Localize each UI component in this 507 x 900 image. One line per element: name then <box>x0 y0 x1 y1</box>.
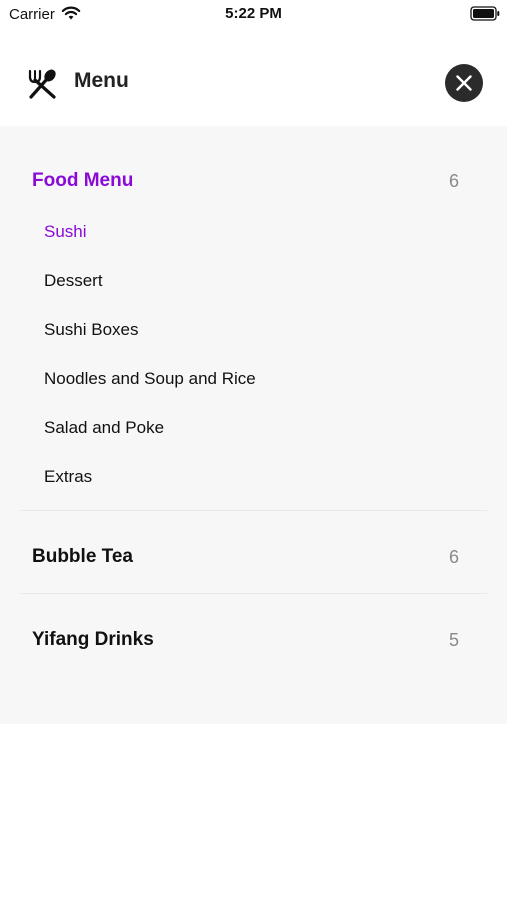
category-label: Yifang Drinks <box>32 629 154 650</box>
category-count: 6 <box>448 171 459 191</box>
category-count: 5 <box>448 630 459 650</box>
category-label: Food Menu <box>32 170 134 191</box>
utensils-icon <box>28 69 56 99</box>
sub-item-salad-poke[interactable]: Salad and Poke <box>44 418 164 438</box>
sub-item-extras[interactable]: Extras <box>44 467 92 487</box>
close-icon <box>456 75 472 91</box>
divider <box>20 510 487 511</box>
category-count: 6 <box>448 547 459 567</box>
sub-item-noodles-soup-rice[interactable]: Noodles and Soup and Rice <box>44 369 256 389</box>
status-time: 5:22 PM <box>225 5 282 22</box>
sub-item-sushi[interactable]: Sushi <box>44 222 87 242</box>
category-food-menu[interactable]: Food Menu 6 <box>32 170 459 200</box>
sub-item-sushi-boxes[interactable]: Sushi Boxes <box>44 320 139 340</box>
divider <box>20 593 487 594</box>
battery-icon <box>470 6 500 21</box>
menu-header: Menu <box>0 38 507 126</box>
close-button[interactable] <box>445 64 483 102</box>
menu-panel: Food Menu 6 Sushi Dessert Sushi Boxes No… <box>0 126 507 724</box>
sub-item-dessert[interactable]: Dessert <box>44 271 103 291</box>
header-title: Menu <box>74 69 129 92</box>
category-bubble-tea[interactable]: Bubble Tea 6 <box>32 546 459 576</box>
category-yifang-drinks[interactable]: Yifang Drinks 5 <box>32 629 459 659</box>
status-bar: Carrier 5:22 PM <box>0 0 507 30</box>
category-label: Bubble Tea <box>32 546 133 567</box>
